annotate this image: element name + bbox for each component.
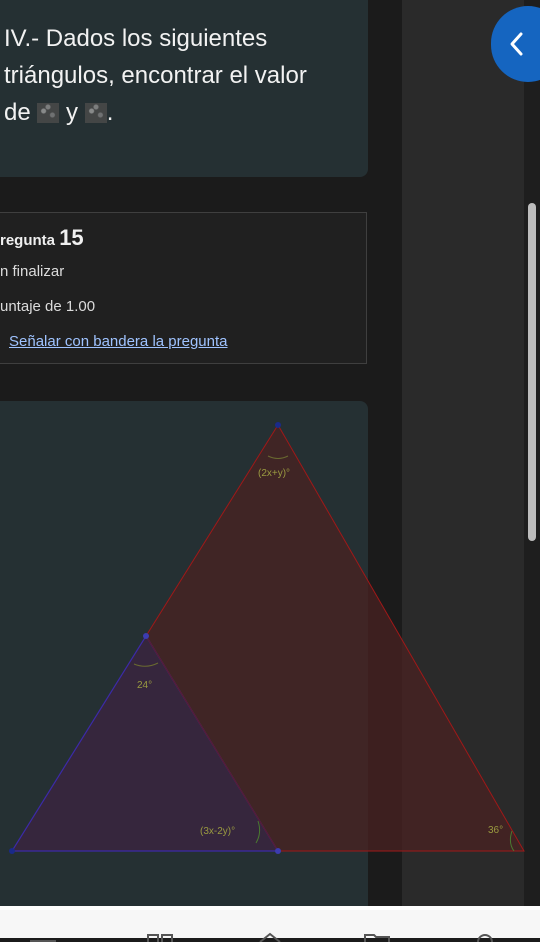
vertex-bottom-left	[9, 848, 15, 854]
question-line-3-prefix: de	[4, 99, 38, 126]
triangle-figure-card: (2x+y)° 24° (3x-2y)° 36°	[0, 401, 525, 906]
question-score: untaje de 1.00	[0, 298, 96, 315]
question-line-3-join: y	[59, 99, 85, 126]
variable-x-image	[37, 103, 60, 123]
vertex-bottom-middle	[275, 848, 281, 854]
nav-item-icon-1[interactable]	[28, 932, 58, 942]
profile-icon[interactable]	[470, 932, 500, 942]
label-right-angle: 36°	[488, 825, 503, 836]
label-bottom-angle: (3x-2y)°	[200, 826, 235, 837]
folder-icon[interactable]	[362, 932, 392, 942]
question-info-box: regunta 15 n finalizar untaje de 1.00 Se…	[0, 212, 367, 364]
label-top-angle: (2x+y)°	[258, 468, 290, 479]
question-number: regunta 15	[0, 225, 84, 251]
triangle-figure: (2x+y)° 24° (3x-2y)° 36°	[9, 422, 525, 854]
home-icon[interactable]	[255, 932, 285, 942]
vertex-top	[275, 422, 281, 428]
label-left-angle: 24°	[137, 680, 152, 691]
flag-question-link[interactable]: Señalar con bandera la pregunta	[9, 333, 228, 350]
question-line-2: triángulos, encontrar el valor	[4, 62, 307, 89]
question-statement: IV.- Dados los siguientes triángulos, en…	[4, 20, 354, 131]
question-number-value: 15	[59, 225, 84, 250]
book-icon[interactable]	[145, 932, 175, 942]
flag-icon	[0, 335, 6, 343]
question-line-1: IV.- Dados los siguientes	[4, 25, 268, 52]
vertex-left-apex	[143, 633, 149, 639]
question-line-3: de y .	[4, 94, 354, 131]
question-card: IV.- Dados los siguientes triángulos, en…	[0, 0, 368, 177]
question-status: n finalizar	[0, 263, 65, 280]
bottom-navigation-bar	[0, 906, 540, 942]
chevron-left-icon	[510, 32, 523, 56]
question-line-3-suffix: .	[106, 99, 114, 126]
variable-y-image	[84, 103, 107, 123]
question-number-label: regunta	[0, 232, 56, 249]
